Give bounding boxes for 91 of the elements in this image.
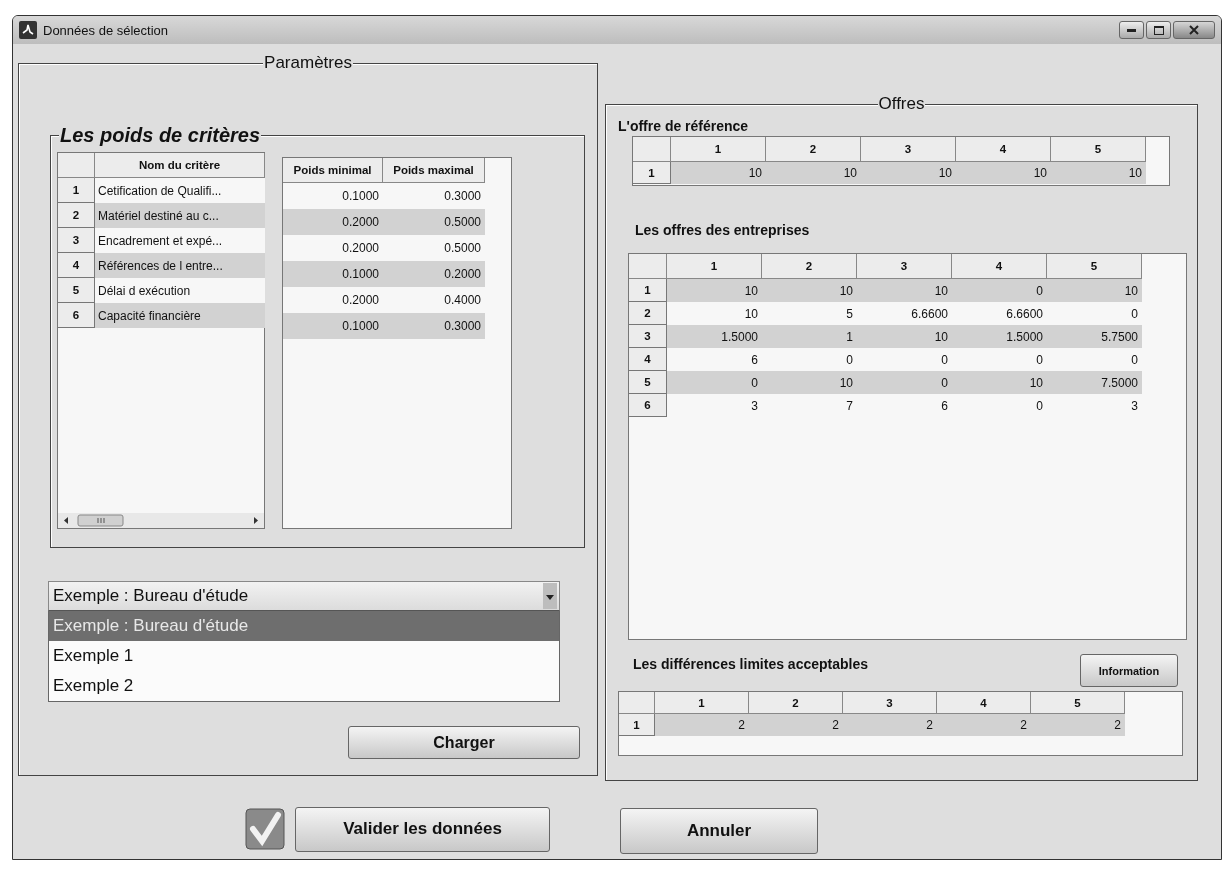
table-cell[interactable]: 10 bbox=[861, 162, 956, 184]
table-cell[interactable]: 1.5000 bbox=[952, 325, 1047, 348]
checkmark-icon bbox=[245, 807, 285, 851]
table-cell[interactable]: 0.2000 bbox=[283, 209, 383, 235]
table-cell[interactable]: Capacité financière bbox=[95, 303, 265, 328]
table-cell[interactable]: 10 bbox=[762, 371, 857, 394]
table-cell[interactable]: 2 bbox=[937, 714, 1031, 736]
close-icon bbox=[1189, 25, 1199, 35]
row-header[interactable]: 1 bbox=[633, 162, 671, 184]
column-header[interactable]: 5 bbox=[1031, 692, 1125, 714]
column-header[interactable]: 2 bbox=[762, 254, 857, 279]
row-header[interactable]: 3 bbox=[58, 228, 95, 253]
load-button[interactable]: Charger bbox=[348, 726, 580, 759]
column-header[interactable]: Poids maximal bbox=[383, 158, 485, 183]
dropdown-option[interactable]: Exemple 1 bbox=[49, 641, 559, 671]
row-header[interactable]: 5 bbox=[629, 371, 667, 394]
table-cell[interactable]: 0.3000 bbox=[383, 313, 485, 339]
table-cell[interactable]: 10 bbox=[857, 325, 952, 348]
section-label: L'offre de référence bbox=[618, 118, 749, 134]
row-header[interactable]: 6 bbox=[629, 394, 667, 417]
row-header[interactable]: 1 bbox=[58, 178, 95, 203]
table-cell[interactable]: 2 bbox=[843, 714, 937, 736]
column-header[interactable]: Nom du critère bbox=[95, 153, 265, 178]
column-header[interactable]: 1 bbox=[671, 137, 766, 162]
section-label: Les différences limites acceptables bbox=[633, 656, 868, 672]
minimize-button[interactable] bbox=[1119, 21, 1144, 39]
row-header[interactable]: 1 bbox=[629, 279, 667, 302]
table-cell[interactable]: 10 bbox=[766, 162, 861, 184]
table-cell[interactable]: 0.2000 bbox=[383, 261, 485, 287]
table-cell[interactable]: 0 bbox=[857, 371, 952, 394]
table-cell[interactable]: 0 bbox=[952, 279, 1047, 302]
row-header[interactable]: 1 bbox=[619, 714, 655, 736]
table-cell[interactable]: 2 bbox=[655, 714, 749, 736]
table-cell[interactable]: Cetification de Qualifi... bbox=[95, 178, 265, 203]
table-cell[interactable]: 10 bbox=[956, 162, 1051, 184]
table-cell[interactable]: 10 bbox=[671, 162, 766, 184]
table-cell[interactable]: 10 bbox=[857, 279, 952, 302]
dropdown[interactable]: Exemple : Bureau d'étude bbox=[48, 581, 560, 611]
minimize-icon bbox=[1127, 28, 1136, 32]
cancel-button[interactable]: Annuler bbox=[620, 808, 818, 854]
validate-button[interactable]: Valider les données bbox=[295, 806, 550, 852]
table-cell[interactable]: 0.5000 bbox=[383, 209, 485, 235]
row-header[interactable]: 2 bbox=[58, 203, 95, 228]
column-header[interactable]: 3 bbox=[861, 137, 956, 162]
dropdown-option[interactable]: Exemple : Bureau d'étude bbox=[49, 611, 559, 641]
column-header[interactable]: 5 bbox=[1047, 254, 1142, 279]
column-header[interactable]: 3 bbox=[843, 692, 937, 714]
dropdown-option[interactable]: Exemple 2 bbox=[49, 671, 559, 701]
close-button[interactable] bbox=[1173, 21, 1215, 39]
app-icon bbox=[19, 21, 37, 39]
table-cell[interactable]: 0 bbox=[667, 371, 762, 394]
column-header[interactable]: 2 bbox=[749, 692, 843, 714]
section-label: Les offres des entreprises bbox=[635, 222, 810, 238]
row-header[interactable]: 6 bbox=[58, 303, 95, 328]
caret-icon bbox=[543, 583, 557, 609]
maximize-button[interactable] bbox=[1146, 21, 1171, 39]
column-header[interactable]: 4 bbox=[937, 692, 1031, 714]
row-header[interactable]: 3 bbox=[629, 325, 667, 348]
column-header[interactable]: 4 bbox=[952, 254, 1047, 279]
table-cell[interactable]: 2 bbox=[749, 714, 843, 736]
row-header[interactable]: 4 bbox=[629, 348, 667, 371]
table-cell[interactable]: 10 bbox=[1051, 162, 1146, 184]
row-header[interactable]: 2 bbox=[629, 302, 667, 325]
table-cell[interactable]: Délai d exécution bbox=[95, 278, 265, 303]
column-header[interactable]: 4 bbox=[956, 137, 1051, 162]
row-header[interactable]: 5 bbox=[58, 278, 95, 303]
maximize-icon bbox=[1153, 25, 1164, 35]
table-cell[interactable]: 2 bbox=[1031, 714, 1125, 736]
column-header[interactable]: 1 bbox=[667, 254, 762, 279]
horizontal-scrollbar[interactable] bbox=[58, 513, 264, 528]
table-cell[interactable]: 0.1000 bbox=[283, 313, 383, 339]
table-cell[interactable]: 7.5000 bbox=[1047, 371, 1142, 394]
column-header[interactable]: 1 bbox=[655, 692, 749, 714]
column-header[interactable]: Poids minimal bbox=[283, 158, 383, 183]
table-cell[interactable]: Matériel destiné au c... bbox=[95, 203, 265, 228]
table-cell[interactable]: 5.7500 bbox=[1047, 325, 1142, 348]
column-header[interactable]: 5 bbox=[1051, 137, 1146, 162]
table-cell[interactable]: 10 bbox=[762, 279, 857, 302]
table-cell[interactable]: 10 bbox=[667, 279, 762, 302]
column-header[interactable]: 2 bbox=[766, 137, 861, 162]
table-cell[interactable]: 1 bbox=[762, 325, 857, 348]
window-title: Données de sélection bbox=[43, 22, 170, 38]
table-cell[interactable]: 1.5000 bbox=[667, 325, 762, 348]
information-button[interactable]: Information bbox=[1080, 654, 1178, 687]
column-header[interactable]: 3 bbox=[857, 254, 952, 279]
table-cell[interactable]: Encadrement et expé... bbox=[95, 228, 265, 253]
table-cell[interactable]: Références de l entre... bbox=[95, 253, 265, 278]
table-cell[interactable]: 0.1000 bbox=[283, 261, 383, 287]
table-cell[interactable]: 10 bbox=[952, 371, 1047, 394]
table-cell[interactable]: 10 bbox=[1047, 279, 1142, 302]
row-header[interactable]: 4 bbox=[58, 253, 95, 278]
